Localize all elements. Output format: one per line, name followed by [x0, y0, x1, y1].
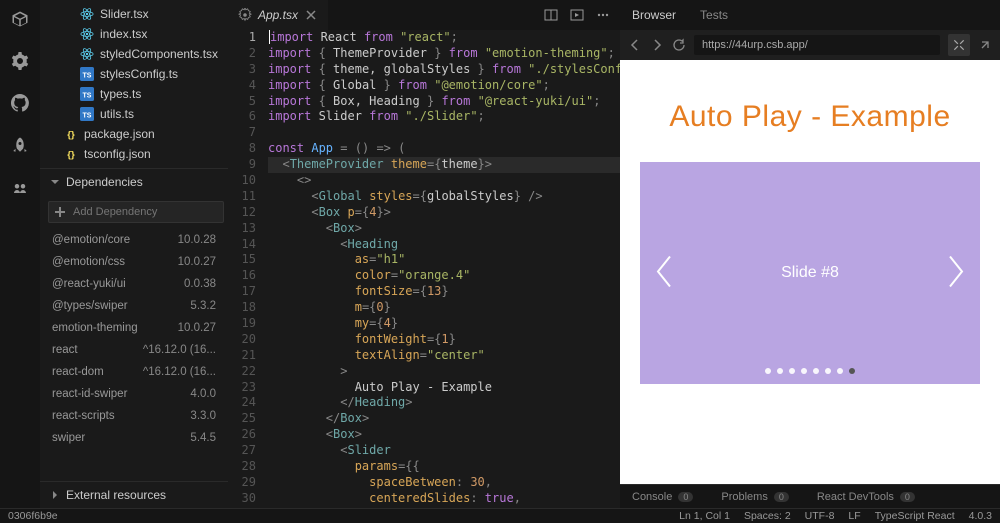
- slide-label: Slide #8: [781, 264, 839, 282]
- dependency-item[interactable]: swiper5.4.5: [40, 427, 228, 449]
- file-tree: Slider.tsxindex.tsxstyledComponents.tsxT…: [40, 0, 228, 168]
- svg-text:TS: TS: [83, 73, 92, 80]
- preview-icon[interactable]: [570, 8, 584, 22]
- dependency-item[interactable]: @types/swiper5.3.2: [40, 295, 228, 317]
- status-bar: 0306f6b9e Ln 1, Col 1 Spaces: 2 UTF-8 LF…: [0, 508, 1000, 523]
- pagination-dot[interactable]: [789, 368, 795, 374]
- browser-content: Auto Play - Example Slide #8: [620, 60, 1000, 484]
- file-item[interactable]: styledComponents.tsx: [40, 44, 228, 64]
- svg-text:{}: {}: [67, 130, 75, 141]
- open-external-icon[interactable]: [978, 38, 992, 52]
- tab-browser[interactable]: Browser: [632, 8, 676, 22]
- pagination-dot[interactable]: [765, 368, 771, 374]
- preview-pane: Browser Tests https://44urp.csb.app/ Aut…: [620, 0, 1000, 508]
- pagination-dot[interactable]: [825, 368, 831, 374]
- status-eol[interactable]: LF: [848, 510, 860, 522]
- file-item[interactable]: TSstylesConfig.ts: [40, 64, 228, 84]
- pagination-dot[interactable]: [837, 368, 843, 374]
- file-item[interactable]: Slider.tsx: [40, 4, 228, 24]
- editor-area: App.tsx 12345678910111213141516171819202…: [228, 0, 620, 508]
- slider-pagination: [765, 368, 855, 374]
- gear-small-icon: [238, 8, 252, 22]
- svg-text:TS: TS: [83, 93, 92, 100]
- problems-tab[interactable]: Problems0: [721, 491, 788, 503]
- status-encoding[interactable]: UTF-8: [805, 510, 835, 522]
- dependencies-header[interactable]: Dependencies: [40, 168, 228, 195]
- dependency-item[interactable]: react-dom^16.12.0 (16...: [40, 361, 228, 383]
- pagination-dot[interactable]: [777, 368, 783, 374]
- devtools-tab[interactable]: React DevTools0: [817, 491, 915, 503]
- file-item[interactable]: {}package.json: [40, 124, 228, 144]
- file-item[interactable]: index.tsx: [40, 24, 228, 44]
- svg-text:{}: {}: [67, 150, 75, 161]
- dependency-item[interactable]: react-scripts3.3.0: [40, 405, 228, 427]
- console-bar: Console0 Problems0 React DevTools0: [620, 484, 1000, 508]
- dependency-list: @emotion/core10.0.28@emotion/css10.0.27@…: [40, 229, 228, 481]
- dependency-item[interactable]: react-id-swiper4.0.0: [40, 383, 228, 405]
- page-title: Auto Play - Example: [669, 100, 950, 134]
- file-item[interactable]: {}tsconfig.json: [40, 144, 228, 164]
- editor-content[interactable]: 1234567891011121314151617181920212223242…: [228, 30, 620, 508]
- slider-prev-button[interactable]: [652, 253, 674, 294]
- tab-app-tsx[interactable]: App.tsx: [228, 0, 328, 30]
- browser-toolbar: https://44urp.csb.app/: [620, 30, 1000, 60]
- dependency-item[interactable]: @react-yuki/ui0.0.38: [40, 273, 228, 295]
- dependency-item[interactable]: react^16.12.0 (16...: [40, 339, 228, 361]
- split-icon[interactable]: [544, 8, 558, 22]
- external-resources-label: External resources: [66, 488, 166, 502]
- file-item[interactable]: TSutils.ts: [40, 104, 228, 124]
- chevron-right-icon: [50, 490, 60, 500]
- pagination-dot[interactable]: [801, 368, 807, 374]
- tab-tests[interactable]: Tests: [700, 8, 728, 22]
- new-window-button[interactable]: [948, 34, 970, 56]
- svg-text:TS: TS: [83, 113, 92, 120]
- status-language[interactable]: TypeScript React: [875, 510, 955, 522]
- reload-icon[interactable]: [672, 38, 686, 52]
- more-icon[interactable]: [596, 8, 610, 22]
- chevron-right-icon: [946, 253, 968, 291]
- dependencies-label: Dependencies: [66, 175, 143, 189]
- activity-bar: [0, 0, 40, 508]
- dependency-item[interactable]: @emotion/css10.0.27: [40, 251, 228, 273]
- github-icon[interactable]: [11, 94, 29, 112]
- preview-tabs: Browser Tests: [620, 0, 1000, 30]
- console-tab[interactable]: Console0: [632, 491, 693, 503]
- editor-tabs: App.tsx: [228, 0, 620, 30]
- status-hash[interactable]: 0306f6b9e: [8, 510, 679, 522]
- chevron-down-icon: [50, 177, 60, 187]
- chevron-left-icon: [652, 253, 674, 291]
- tab-label: App.tsx: [258, 8, 298, 22]
- cube-icon[interactable]: [11, 10, 29, 28]
- address-bar[interactable]: https://44urp.csb.app/: [694, 35, 940, 55]
- back-icon[interactable]: [628, 38, 642, 52]
- status-spaces[interactable]: Spaces: 2: [744, 510, 791, 522]
- dependency-item[interactable]: emotion-theming10.0.27: [40, 317, 228, 339]
- add-dependency-input[interactable]: [48, 201, 224, 223]
- gear-icon[interactable]: [11, 52, 29, 70]
- pagination-dot[interactable]: [813, 368, 819, 374]
- status-version[interactable]: 4.0.3: [969, 510, 992, 522]
- forward-icon[interactable]: [650, 38, 664, 52]
- rocket-icon[interactable]: [11, 136, 29, 154]
- slider: Slide #8: [640, 162, 980, 384]
- live-icon[interactable]: [11, 178, 29, 196]
- status-position[interactable]: Ln 1, Col 1: [679, 510, 730, 522]
- expand-icon: [952, 38, 966, 52]
- plus-icon: [54, 206, 66, 218]
- sidebar: Slider.tsxindex.tsxstyledComponents.tsxT…: [40, 0, 228, 508]
- external-resources-header[interactable]: External resources: [40, 481, 228, 508]
- dependency-item[interactable]: @emotion/core10.0.28: [40, 229, 228, 251]
- close-icon[interactable]: [304, 8, 318, 22]
- file-item[interactable]: TStypes.ts: [40, 84, 228, 104]
- pagination-dot[interactable]: [849, 368, 855, 374]
- slider-next-button[interactable]: [946, 253, 968, 294]
